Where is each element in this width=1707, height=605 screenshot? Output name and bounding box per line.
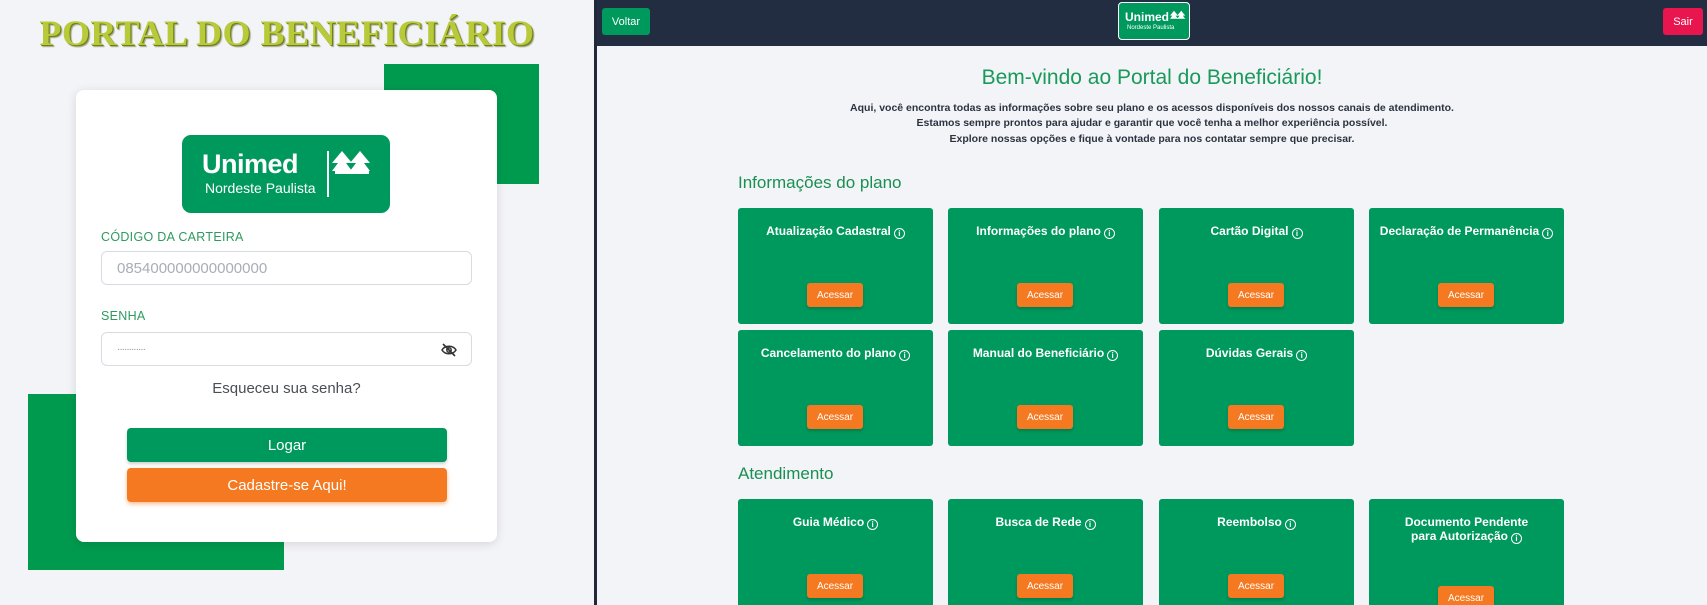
card-title: Documento Pendente para Autorização [1404, 515, 1529, 543]
card-manual-do-beneficiario: Manual do Beneficiário i Acessar [948, 330, 1143, 446]
logo-brand: Unimed [1125, 10, 1170, 24]
info-icon[interactable]: i [1103, 228, 1115, 239]
card-title-wrap: Guia Médico i [746, 515, 925, 530]
card-title: Busca de Rede [995, 515, 1082, 529]
access-button[interactable]: Acessar [807, 574, 863, 598]
card-informacoes-do-plano: Informações do plano i Acessar [948, 208, 1143, 324]
login-card: Unimed Nordeste Paulista CÓDIGO DA CARTE… [76, 90, 497, 542]
info-icon[interactable]: i [1291, 228, 1303, 239]
logo-divider [327, 151, 329, 197]
card-title-wrap: Informações do plano i [956, 224, 1135, 239]
access-button[interactable]: Acessar [1438, 283, 1494, 307]
section-title-service: Atendimento [738, 464, 834, 483]
access-button[interactable]: Acessar [1017, 405, 1073, 429]
exit-button[interactable]: Sair [1663, 8, 1703, 35]
unimed-logo: Unimed Nordeste Paulista [182, 135, 390, 213]
access-button[interactable]: Acessar [1017, 574, 1073, 598]
info-icon[interactable]: i [899, 350, 911, 361]
welcome-heading: Bem-vindo ao Portal do Beneficiário! [981, 66, 1323, 89]
password-label: SENHA [101, 309, 146, 323]
password-input[interactable]: ············ [101, 332, 472, 366]
card-guia-medico: Guia Médico i Acessar [738, 499, 933, 605]
card-title-wrap: Atualização Cadastral i [746, 224, 925, 239]
register-button[interactable]: Cadastre-se Aqui! [127, 468, 447, 502]
card-title-wrap: Cancelamento do plano i [746, 346, 925, 361]
card-title-wrap: Declaração de Permanência i [1377, 224, 1556, 239]
info-icon[interactable]: i [1542, 228, 1554, 239]
card-title-wrap: Cartão Digital i [1167, 224, 1346, 239]
card-documento-pendente: Documento Pendente para Autorização i Ace… [1369, 499, 1564, 605]
info-icon[interactable]: i [1284, 519, 1296, 530]
card-title: Informações do plano [976, 224, 1101, 238]
access-button[interactable]: Acessar [807, 405, 863, 429]
card-code-value: 085400000000000000 [117, 259, 268, 277]
card-duvidas-gerais: Dúvidas Gerais i Acessar [1159, 330, 1354, 446]
card-title-wrap: Busca de Rede i [956, 515, 1135, 530]
card-title: Cartão Digital [1210, 224, 1289, 238]
portal-title: PORTAL DO BENEFICIÁRIO [39, 13, 535, 53]
card-title-wrap: Reembolso i [1167, 515, 1346, 530]
card-code-input[interactable]: 085400000000000000 [101, 251, 472, 285]
info-icon[interactable]: i [867, 519, 879, 530]
back-button[interactable]: Voltar [602, 8, 650, 35]
access-button[interactable]: Acessar [1228, 405, 1284, 429]
info-icon[interactable]: i [893, 228, 905, 239]
card-code-label: CÓDIGO DA CARTEIRA [101, 230, 244, 244]
access-button[interactable]: Acessar [1228, 283, 1284, 307]
access-button[interactable]: Acessar [1438, 586, 1494, 605]
card-title: Manual do Beneficiário [972, 346, 1105, 360]
info-icon[interactable]: i [1107, 350, 1119, 361]
info-icon[interactable]: i [1084, 519, 1096, 530]
logo-subtitle: Nordeste Paulista [1127, 25, 1175, 31]
card-title: Declaração de Permanência [1379, 224, 1540, 238]
logo-brand: Unimed [202, 149, 299, 179]
card-reembolso: Reembolso i Acessar [1159, 499, 1354, 605]
card-title: Atualização Cadastral [766, 224, 891, 238]
card-busca-de-rede: Busca de Rede i Acessar [948, 499, 1143, 605]
unimed-tree-icon [332, 151, 370, 174]
logo-subtitle: Nordeste Paulista [205, 180, 316, 196]
info-icon[interactable]: i [1510, 533, 1522, 544]
card-cancelamento-do-plano: Cancelamento do plano i Acessar [738, 330, 933, 446]
access-button[interactable]: Acessar [807, 283, 863, 307]
access-button[interactable]: Acessar [1017, 283, 1073, 307]
card-cartao-digital: Cartão Digital i Acessar [1159, 208, 1354, 324]
card-title: Guia Médico [792, 515, 865, 529]
card-atualizacao-cadastral: Atualização Cadastral i Acessar [738, 208, 933, 324]
intro-line-1: Aqui, você encontra todas as informações… [850, 102, 1454, 114]
login-panel: PORTAL DO BENEFICIÁRIO Unimed Nordeste P… [0, 0, 594, 605]
password-value: ············ [117, 343, 146, 355]
access-button[interactable]: Acessar [1228, 574, 1284, 598]
unimed-tree-icon [1170, 10, 1186, 19]
intro-line-2: Estamos sempre prontos para ajudar e gar… [916, 117, 1388, 129]
info-icon[interactable]: i [1296, 350, 1308, 361]
eye-slash-icon[interactable] [441, 342, 457, 358]
intro-line-3: Explore nossas opções e fique à vontade … [949, 133, 1355, 145]
card-title: Dúvidas Gerais [1205, 346, 1294, 360]
portal-panel: Voltar Unimed Nordeste Paulista Sair Bem… [597, 0, 1707, 605]
card-declaracao-permanencia: Declaração de Permanência i Acessar [1369, 208, 1564, 324]
login-button[interactable]: Logar [127, 428, 447, 462]
card-title-wrap: Documento Pendente para Autorização i [1377, 515, 1556, 544]
card-title: Cancelamento do plano [760, 346, 897, 360]
top-bar: Voltar Unimed Nordeste Paulista Sair [597, 0, 1707, 46]
unimed-logo-small: Unimed Nordeste Paulista [1118, 2, 1190, 40]
section-title-plan: Informações do plano [738, 173, 902, 192]
card-title-wrap: Dúvidas Gerais i [1167, 346, 1346, 361]
forgot-password-link[interactable]: Esqueceu sua senha? [76, 380, 497, 397]
card-title-wrap: Manual do Beneficiário i [956, 346, 1135, 361]
card-title: Reembolso [1217, 515, 1282, 529]
